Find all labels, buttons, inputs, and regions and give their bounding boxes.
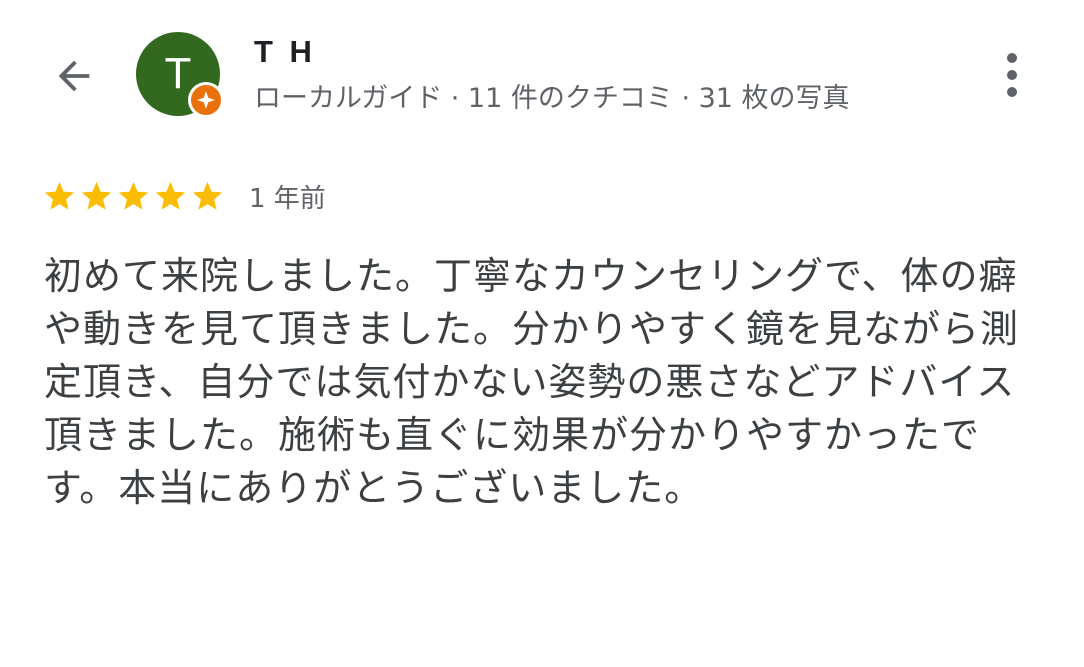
star-rating (42, 179, 225, 214)
back-button[interactable] (44, 48, 104, 104)
reviewer-name[interactable]: T H (254, 34, 316, 70)
review-time: 1 年前 (249, 183, 326, 214)
reviewer-meta: ローカルガイド · 11 件のクチコミ · 31 枚の写真 (254, 83, 850, 114)
star-icon (118, 181, 149, 210)
more-vert-icon (1007, 53, 1017, 63)
rating-row: 1 年前 (42, 176, 326, 216)
arrow-back-icon (58, 60, 90, 92)
reviewer-header: T T H ローカルガイド · 11 件のクチコミ · 31 枚の写真 (0, 0, 1084, 150)
review-text: 初めて来院しました。丁寧なカウンセリングで、体の癖や動きを見て頂きました。分かり… (44, 254, 1020, 510)
more-options-button[interactable] (990, 50, 1034, 100)
star-icon (44, 181, 75, 210)
star-icon (81, 181, 112, 210)
star-icon (192, 181, 223, 210)
local-guide-badge (188, 82, 224, 118)
star-icon (155, 181, 186, 210)
local-guide-badge-icon (191, 85, 221, 115)
reviewer-avatar[interactable]: T (136, 32, 226, 122)
